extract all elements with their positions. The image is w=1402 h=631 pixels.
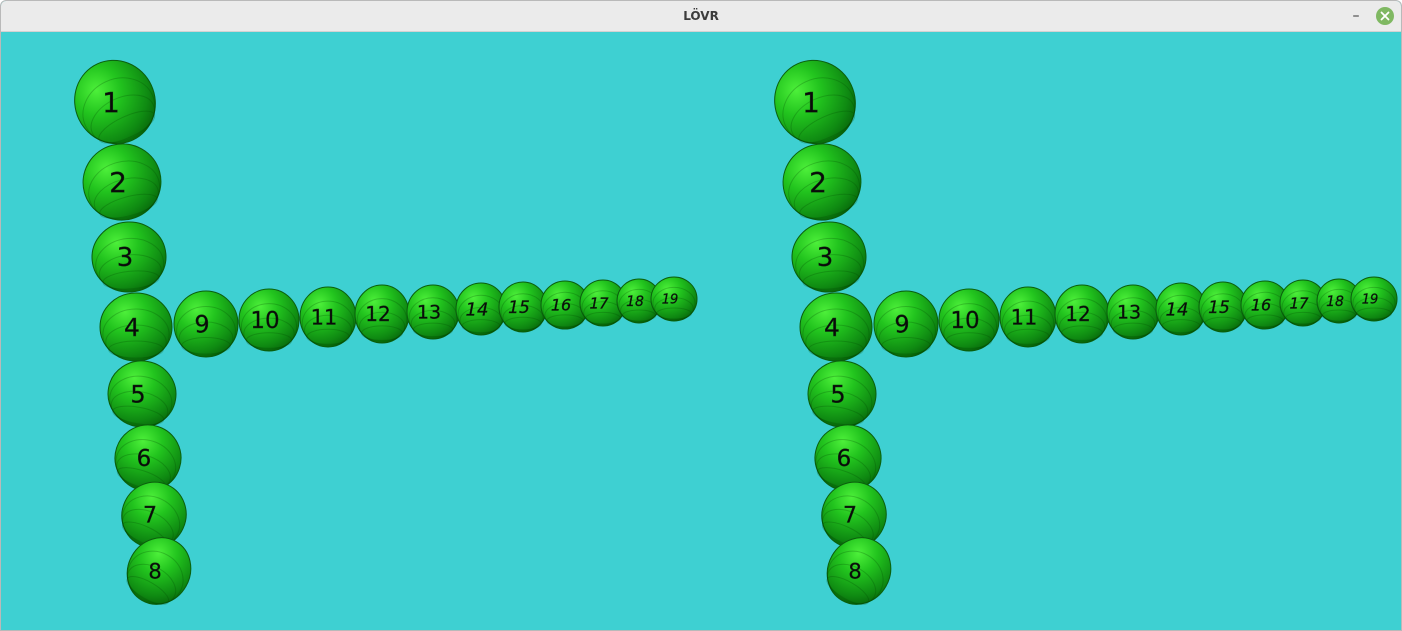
sphere-label: 5 <box>830 380 845 408</box>
sphere-14: 14 <box>455 282 507 336</box>
sphere-label: 13 <box>1117 302 1141 324</box>
sphere-label: 17 <box>589 294 609 312</box>
sphere-13: 13 <box>1106 284 1160 340</box>
sphere-label: 12 <box>365 302 390 326</box>
sphere-12: 12 <box>354 284 410 344</box>
sphere-1: 1 <box>774 59 856 145</box>
sphere-label: 1 <box>802 86 820 119</box>
sphere-3: 3 <box>791 221 867 293</box>
sphere-label: 9 <box>194 310 209 338</box>
sphere-label: 6 <box>837 446 852 472</box>
sphere-5: 5 <box>107 360 177 428</box>
sphere-19: 19 <box>1350 276 1398 322</box>
app-window: LÖVR – 1 2 3 4 5 6 7 8 9 10 11 12 13 14 15 16 17 18 19 123… <box>0 0 1402 631</box>
sphere-label: 3 <box>117 243 134 273</box>
sphere-9: 9 <box>873 290 939 358</box>
sphere-label: 15 <box>508 298 530 318</box>
sphere-2: 2 <box>782 143 862 221</box>
sphere-label: 6 <box>137 446 152 472</box>
sphere-10: 10 <box>938 288 1000 352</box>
sphere-label: 4 <box>824 313 840 342</box>
sphere-label: 4 <box>124 313 140 342</box>
sphere-13: 13 <box>406 284 460 340</box>
sphere-label: 18 <box>626 294 644 310</box>
sphere-5: 5 <box>807 360 877 428</box>
sphere-label: 15 <box>1208 298 1230 318</box>
sphere-label: 1 <box>102 86 120 119</box>
sphere-15: 15 <box>498 281 548 333</box>
sphere-4: 4 <box>99 292 173 362</box>
sphere-14: 14 <box>1155 282 1207 336</box>
sphere-2: 2 <box>82 143 162 221</box>
sphere-label: 17 <box>1289 294 1309 312</box>
sphere-label: 8 <box>848 559 861 583</box>
sphere-label: 8 <box>148 559 161 583</box>
sphere-9: 9 <box>173 290 239 358</box>
sphere-11: 11 <box>299 286 357 348</box>
sphere-label: 14 <box>1166 299 1189 320</box>
stereo-scene: 123456789 10 11 12 13 14 15 16 17 18 19 123456789 1… <box>74 59 1398 605</box>
sphere-label: 9 <box>894 310 909 338</box>
sphere-3: 3 <box>91 221 167 293</box>
left-eye-view: 123456789 10 11 12 13 14 15 16 17 18 19 <box>74 59 698 605</box>
sphere-4: 4 <box>799 292 873 362</box>
sphere-label: 10 <box>250 308 279 334</box>
sphere-label: 14 <box>466 299 489 320</box>
sphere-label: 11 <box>1011 305 1038 329</box>
sphere-label: 3 <box>817 243 834 273</box>
sphere-label: 19 <box>1362 293 1379 308</box>
sphere-8: 8 <box>126 537 192 605</box>
sphere-label: 18 <box>1326 294 1344 310</box>
sphere-label: 16 <box>551 296 571 315</box>
sphere-12: 12 <box>1054 284 1110 344</box>
sphere-label: 2 <box>809 166 827 199</box>
sphere-label: 19 <box>662 293 679 308</box>
sphere-label: 2 <box>109 166 127 199</box>
sphere-label: 7 <box>143 504 157 529</box>
sphere-15: 15 <box>1198 281 1248 333</box>
sphere-label: 12 <box>1065 302 1090 326</box>
sphere-label: 5 <box>130 380 145 408</box>
sphere-label: 13 <box>417 302 441 324</box>
sphere-label: 16 <box>1251 296 1271 315</box>
sphere-label: 10 <box>950 308 979 334</box>
sphere-label: 11 <box>311 305 338 329</box>
sphere-label: 7 <box>843 504 857 529</box>
sphere-8: 8 <box>826 537 892 605</box>
sphere-1: 1 <box>74 59 156 145</box>
sphere-10: 10 <box>238 288 300 352</box>
render-viewport[interactable]: 1 2 3 4 5 6 7 8 9 10 11 12 13 14 15 16 17 18 19 1234567891… <box>1 32 1401 630</box>
right-eye-view: 123456789 10 11 12 13 14 15 16 17 18 19 <box>774 59 1398 605</box>
sphere-11: 11 <box>999 286 1057 348</box>
sphere-19: 19 <box>650 276 698 322</box>
